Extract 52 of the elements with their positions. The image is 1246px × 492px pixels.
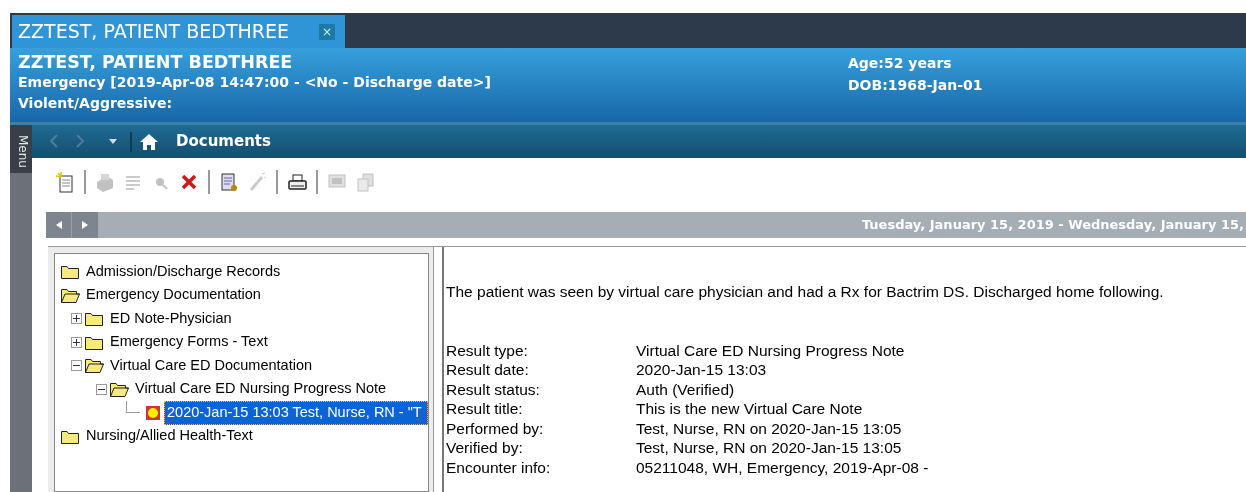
plus-icon [73,315,80,323]
alert-label: Violent/Aggressive: [18,94,174,113]
field-value: Virtual Care ED Nursing Progress Note [636,340,905,360]
home-button[interactable] [140,133,158,150]
field-value: This is the new Virtual Care Note [636,399,863,419]
folder-label[interactable]: Virtual Care ED Nursing Progress Note [135,378,387,401]
field-label: Result type: [446,340,529,360]
menu-tab[interactable]: Menu [10,125,32,173]
field-label: Result date: [446,360,530,380]
date-of-birth: DOB:1968-Jan-01 [848,76,983,95]
folder-label[interactable]: Admission/Discharge Records [86,260,281,283]
folder-label[interactable]: ED Note-Physician [110,307,232,330]
expand-toggle[interactable] [71,360,82,372]
patient-tab[interactable]: ZZTEST, PATIENT BEDTHREE × [12,15,345,48]
field-value: Auth (Verified) [636,379,735,399]
toolbar-button[interactable] [286,171,308,193]
caret-icon [109,139,117,144]
plus-icon [73,338,80,346]
folder-label[interactable]: Emergency Forms - Text [110,331,268,354]
page-title: Documents [176,131,271,153]
close-button[interactable]: × [319,23,335,40]
field-label: Encounter info: [446,457,552,477]
right-arrow-icon [82,221,88,229]
field-label: Performed by: [446,418,545,438]
left-arrow-icon [55,221,62,229]
date-range: Tuesday, January 15, 2019 - Wednesday, January 15, [861,216,1245,235]
folder-label[interactable]: Virtual Care ED Documentation [110,354,313,377]
patient-age: Age:52 years [848,54,953,73]
document-status-icon [146,405,160,420]
field-label: Result status: [446,379,541,399]
wand-icon [247,171,267,193]
field-value: Test, Nurse, RN on 2020-Jan-15 13:05 [636,438,902,458]
folder-label[interactable]: Emergency Documentation [86,284,261,307]
expand-toggle[interactable] [96,383,107,395]
print-icon [287,171,307,193]
pages-icon [355,171,375,193]
folder-label[interactable]: Nursing/Allied Health-Text [86,425,253,448]
document-item[interactable]: 2020-Jan-15 13:03 Test, Nurse, RN - "T [164,400,428,425]
field-value: 05211048, WH, Emergency, 2019-Apr-08 - [636,457,929,477]
expand-toggle[interactable] [71,336,82,348]
new-document-icon [55,171,75,193]
patient-name: ZZTEST, PATIENT BEDTHREE [18,52,294,72]
field-label: Result title: [446,399,524,419]
encounter-info: Emergency [2019-Apr-08 14:47:00 - <No - Discharge date>] [18,73,492,92]
scanner-icon [95,171,115,193]
field-value: 2020-Jan-15 13:03 [636,360,767,380]
field-value: Test, Nurse, RN on 2020-Jan-15 13:05 [636,418,902,438]
note-text: The patient was seen by virtual care physician and had a Rx for Bactrim DS. Discharged home following. [446,282,1165,302]
document-preview-icon [219,171,239,193]
home-icon [140,133,158,150]
expand-toggle[interactable] [71,313,82,325]
field-label: Verified by: [446,438,524,458]
